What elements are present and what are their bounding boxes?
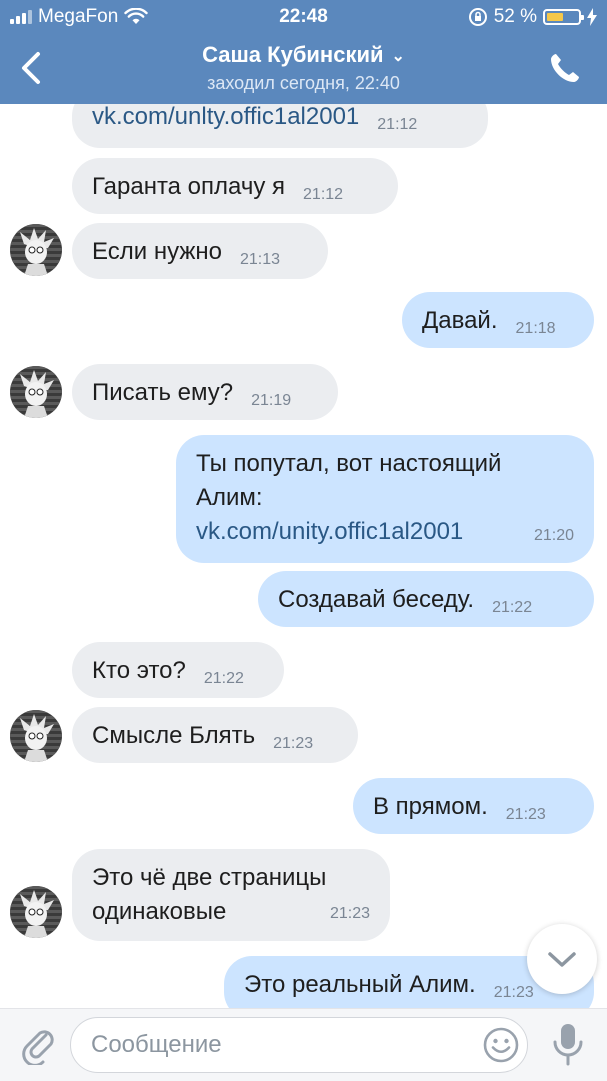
battery-percent: 52 % [493,6,537,27]
status-bar: MegaFon 22:48 52 % [0,0,607,36]
message-time: 21:13 [240,251,281,268]
message-incoming[interactable]: vk.com/unlty.offic1al2001 21:12 [72,104,488,148]
phone-icon[interactable] [547,50,583,86]
message-text: Гаранта оплачу я [92,173,286,200]
message-text: Писать ему? [92,379,234,406]
rick-avatar-icon [10,710,62,762]
message-text-line: одинаковые [92,898,227,925]
message-text-line: Это чё две страницы [92,864,327,891]
scroll-to-bottom-button[interactable] [527,924,597,994]
navigation-bar: Саша Кубинский ⌄ заходил сегодня, 22:40 [0,36,607,104]
message-composer [0,1008,607,1081]
message-incoming[interactable]: Если нужно 21:13 [72,223,328,279]
microphone-icon[interactable] [550,1021,586,1067]
message-text: Кто это? [92,657,186,684]
message-time: 21:19 [251,392,292,409]
message-outgoing[interactable]: Создавай беседу. 21:22 [258,571,594,627]
message-incoming[interactable]: Писать ему? 21:19 [72,364,338,420]
message-outgoing[interactable]: Давай. 21:18 [402,292,594,348]
contact-name[interactable]: Саша Кубинский [202,42,383,67]
message-time: 21:12 [303,186,344,203]
message-time: 21:18 [515,320,556,337]
battery-icon [543,9,584,25]
message-time: 21:23 [273,735,314,752]
attach-icon[interactable] [18,1021,58,1065]
last-seen: заходил сегодня, 22:40 [207,73,400,93]
message-incoming[interactable]: Гаранта оплачу я 21:12 [72,158,398,214]
message-link[interactable]: vk.com/unlty.offic1al2001 [92,104,359,130]
message-time: 21:23 [329,905,370,922]
top-bar: MegaFon 22:48 52 % Саша Кубинский ⌄ захо… [0,0,607,104]
message-link[interactable]: vk.com/unity.offic1al2001 [196,515,570,549]
message-input[interactable] [70,1017,528,1073]
dropdown-chevron-icon[interactable]: ⌄ [392,46,405,66]
message-incoming[interactable]: Кто это? 21:22 [72,642,284,698]
avatar[interactable] [10,710,62,762]
message-list[interactable]: vk.com/unlty.offic1al2001 21:12 Гаранта о… [0,104,607,1008]
avatar[interactable] [10,886,62,938]
message-text-line: Алим: [196,484,263,511]
charging-bolt-icon [587,8,597,26]
avatar[interactable] [10,366,62,418]
chat-title-block[interactable]: Саша Кубинский ⌄ заходил сегодня, 22:40 [0,42,607,94]
message-time: 21:22 [203,670,244,687]
message-outgoing[interactable]: В прямом. 21:23 [353,778,594,834]
message-text-line: Ты попутал, вот настоящий [196,450,502,477]
message-incoming[interactable]: Это чё две страницы одинаковые 21:23 [72,849,390,941]
message-text: Это реальный Алим. [244,971,476,998]
rick-avatar-icon [10,366,62,418]
message-text: В прямом. [373,793,488,820]
message-time: 21:23 [505,806,546,823]
chevron-down-icon [548,952,576,967]
message-time: 21:22 [492,599,533,616]
message-text: Смысле Блять [92,722,256,749]
message-outgoing[interactable]: Ты попутал, вот настоящий Алим: vk.com/u… [176,435,594,563]
message-time: 21:20 [533,527,574,544]
message-time: 21:12 [377,116,418,133]
message-text: Давай. [422,307,498,334]
message-text: Если нужно [92,238,222,265]
emoji-icon[interactable] [482,1026,520,1064]
message-incoming[interactable]: Смысле Блять 21:23 [72,707,358,763]
avatar[interactable] [10,224,62,276]
rotation-lock-icon [468,8,487,26]
rick-avatar-icon [10,886,62,938]
rick-avatar-icon [10,224,62,276]
message-text: Создавай беседу. [278,586,475,613]
